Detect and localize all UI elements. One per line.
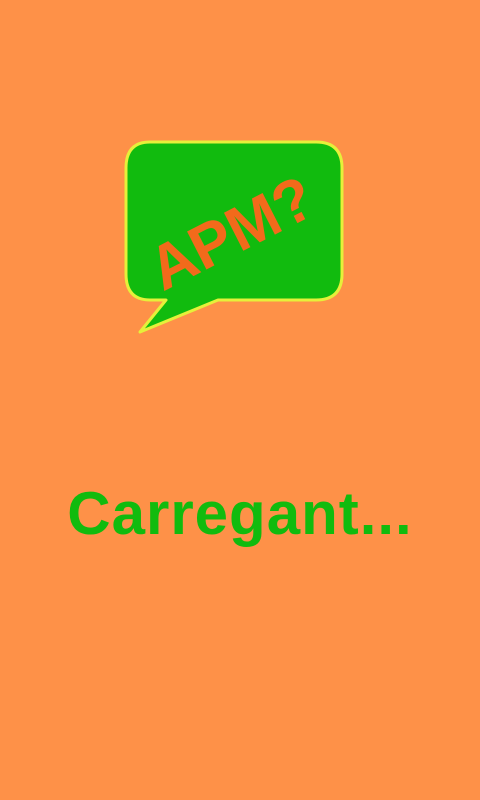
splash-screen: APM? Carregant...: [0, 0, 480, 800]
loading-label: Carregant...: [67, 480, 413, 547]
speech-bubble-icon: APM?: [124, 140, 344, 334]
app-logo: APM?: [120, 136, 352, 340]
